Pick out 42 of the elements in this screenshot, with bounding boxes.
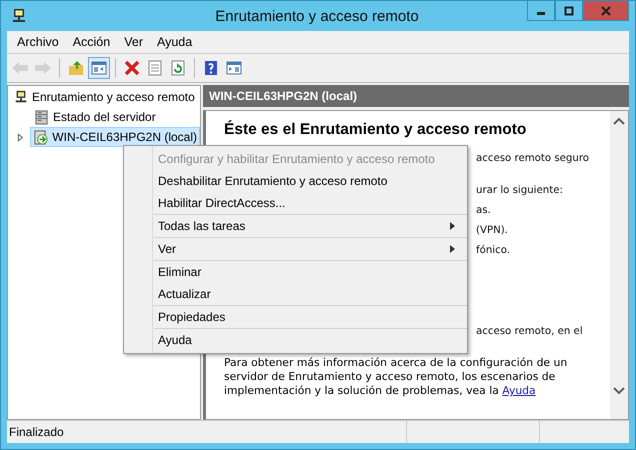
- details-text: urar lo siguiente:: [476, 184, 564, 198]
- menu-item[interactable]: Archivo: [11, 33, 65, 51]
- context-menu-item[interactable]: Todas las tareas: [124, 215, 467, 237]
- tree-item[interactable]: Enrutamiento y acceso remoto: [11, 87, 198, 107]
- details-text: acceso remoto seguro: [476, 152, 590, 166]
- details-text: (VPN).: [476, 224, 509, 238]
- details-header: WIN-CEIL63HPG2N (local): [203, 85, 629, 107]
- context-menu-item[interactable]: Ayuda: [124, 329, 467, 351]
- computer-icon: [14, 90, 28, 104]
- details-heading: Éste es el Enrutamiento y acceso remoto: [224, 121, 528, 139]
- close-icon: [601, 6, 611, 16]
- status-text: Finalizado: [7, 421, 407, 443]
- context-menu-item[interactable]: Actualizar: [124, 283, 467, 305]
- scrollbar[interactable]: [610, 111, 628, 419]
- context-menu-item[interactable]: Eliminar: [124, 261, 467, 283]
- context-menu-item[interactable]: Habilitar DirectAccess...: [124, 192, 467, 214]
- menu-item[interactable]: Ayuda: [150, 33, 198, 51]
- server-stack-icon: [34, 110, 49, 124]
- menu-item[interactable]: Acción: [66, 33, 116, 51]
- details-paragraph: Para obtener más información acerca de la configuración de un servidor de Enrutamiento y acceso remoto, los escenarios de implementación y la solución de problemas, vea la Ayuda: [224, 356, 568, 398]
- details-text: as.: [476, 204, 492, 218]
- tree-item[interactable]: WIN-CEIL63HPG2N (local): [30, 127, 200, 147]
- context-menu-item[interactable]: Deshabilitar Enrutamiento y acceso remoto: [124, 170, 467, 192]
- expand-arrow-icon[interactable]: [17, 132, 24, 142]
- scroll-down-icon[interactable]: [613, 387, 625, 395]
- context-menu-item[interactable]: Propiedades: [124, 306, 467, 328]
- maximize-button[interactable]: [555, 1, 583, 21]
- menu-item[interactable]: Ver: [118, 33, 149, 51]
- maximize-icon: [564, 6, 574, 16]
- help-link[interactable]: Ayuda: [502, 384, 536, 397]
- console-tree-icon[interactable]: [88, 57, 110, 79]
- computer-icon: [11, 8, 27, 24]
- scroll-up-icon[interactable]: [613, 117, 625, 125]
- minimize-button[interactable]: [527, 1, 555, 21]
- minimize-icon: [537, 12, 545, 15]
- details-text: fónico.: [476, 244, 511, 258]
- close-button[interactable]: [583, 1, 629, 21]
- context-menu-item[interactable]: Ver: [124, 238, 467, 260]
- server-icon: [33, 130, 48, 144]
- tree-item[interactable]: Estado del servidor: [31, 107, 159, 127]
- window-title: Enrutamiento y acceso remoto: [214, 8, 420, 24]
- details-text: acceso remoto, en el: [476, 325, 584, 339]
